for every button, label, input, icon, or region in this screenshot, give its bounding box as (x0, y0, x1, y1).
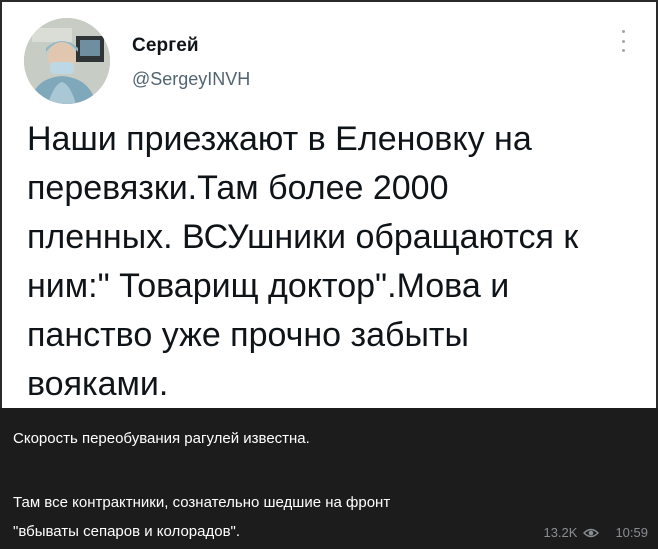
user-handle[interactable]: @SergeyINVH (132, 69, 250, 90)
more-vertical-icon[interactable] (620, 30, 626, 52)
eye-icon (583, 528, 600, 537)
avatar-image (24, 18, 110, 104)
display-name[interactable]: Сергей (132, 35, 199, 57)
caption-line-3: "вбываты сепаров и колорадов". (13, 523, 241, 540)
tweet-text: Наши приезжают в Еленовку на перевязки.Т… (27, 120, 579, 403)
tweet-screenshot: Сергей @SergeyINVH Наши приезжают в Елен… (0, 0, 658, 408)
message-caption: Скорость переобувания рагулей известна. … (0, 408, 658, 549)
message-meta: 13.2K 10:59 (543, 525, 648, 540)
caption-line-1: Скорость переобувания рагулей известна. (13, 430, 310, 447)
message-time: 10:59 (615, 525, 648, 540)
avatar (24, 18, 110, 104)
caption-line-2: Там все контрактники, сознательно шедшие… (13, 494, 391, 511)
view-count: 13.2K (543, 525, 578, 540)
